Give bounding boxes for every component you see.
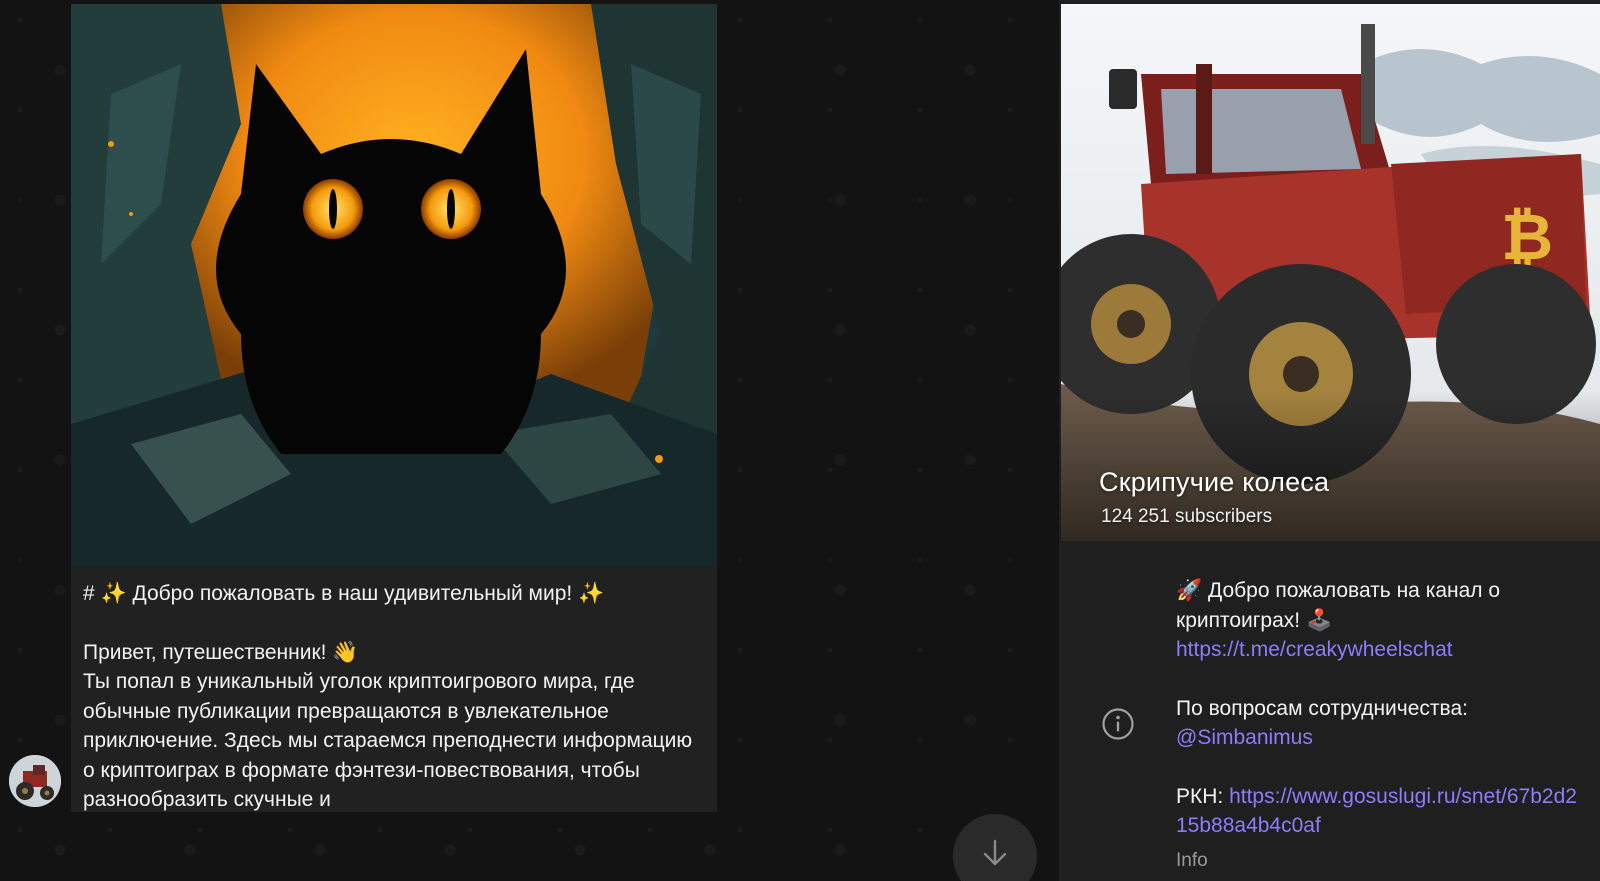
message-heading: # ✨ Добро пожаловать в наш удивительный … [83,582,605,605]
channel-info-panel: ₿ Скрипучие колеса 124 251 subscribers [1059,0,1600,881]
info-circle-icon [1102,708,1134,740]
collab-label: По вопросам сотрудничества: [1176,696,1468,720]
channel-cover-image[interactable]: ₿ Скрипучие колеса 124 251 subscribers [1061,4,1600,541]
scroll-down-button[interactable] [953,814,1037,881]
message-body: Ты попал в уникальный уголок криптоигров… [83,670,693,811]
arrow-down-icon [983,839,1007,866]
channel-subscriber-count: 124 251 subscribers [1101,506,1273,527]
channel-description: 🚀 Добро пожаловать на канал о криптоигра… [1176,576,1586,841]
channel-title: Скрипучие колеса [1099,467,1330,497]
message-text-bubble[interactable]: # ✨ Добро пожаловать в наш удивительный … [71,567,717,812]
chat-link[interactable]: https://t.me/creakywheelschat [1176,638,1453,661]
info-caption: Info [1176,850,1208,871]
red-tractor-illustration: ₿ [1061,4,1600,541]
channel-avatar[interactable] [9,755,61,807]
black-cat-illustration [71,4,717,567]
message-greeting: Привет, путешественник! 👋 [83,640,359,664]
collab-handle-link[interactable]: @Simbanimus [1176,726,1313,749]
rkn-link[interactable]: https://www.gosuslugi.ru/snet/67b2d215b8… [1176,785,1577,838]
message-image-black-cat[interactable] [71,4,717,567]
channel-welcome-text: 🚀 Добро пожаловать на канал о криптоигра… [1176,579,1501,632]
tractor-avatar-image [9,755,61,807]
chat-area[interactable]: # ✨ Добро пожаловать в наш удивительный … [0,0,1059,881]
rkn-label: РКН: [1176,784,1230,808]
telegram-window: # ✨ Добро пожаловать в наш удивительный … [0,0,1600,881]
